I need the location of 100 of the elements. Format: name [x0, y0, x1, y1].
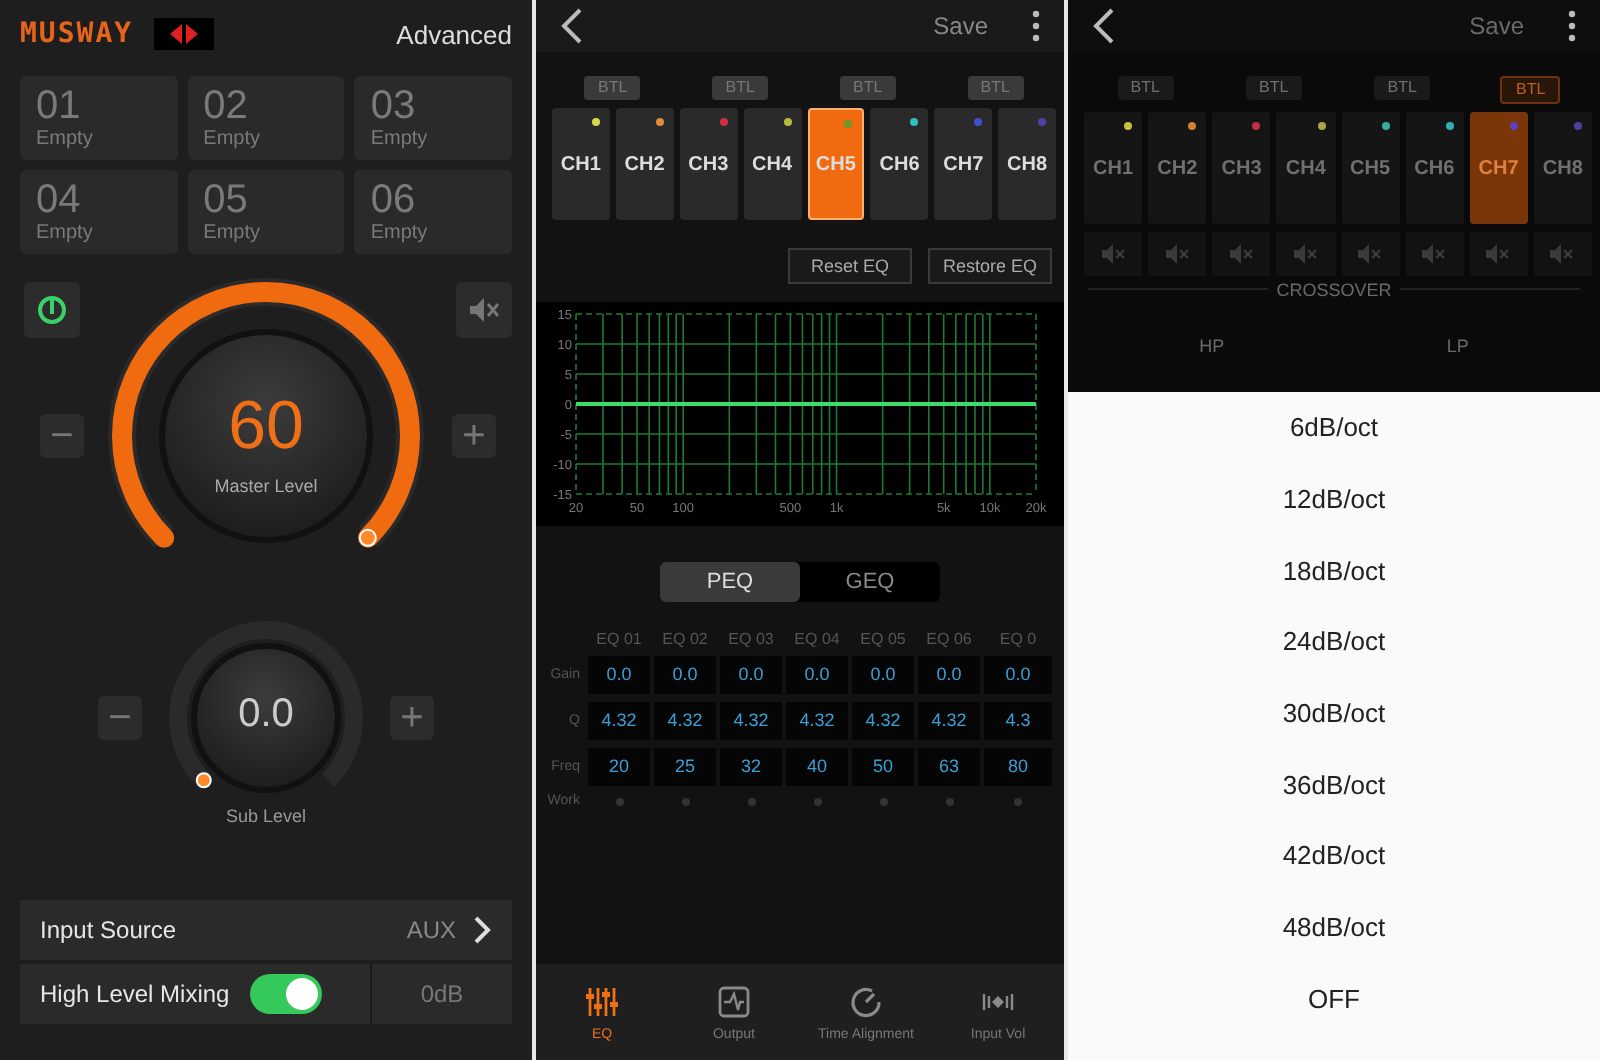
filter-label[interactable]: HP: [1199, 336, 1225, 356]
channel-button[interactable]: CH2: [1148, 112, 1207, 224]
channel-button[interactable]: CH1: [552, 108, 610, 220]
preset-label: Empty: [370, 222, 428, 244]
column-header: EQ 0: [997, 630, 1039, 648]
channel-button[interactable]: CH3: [679, 108, 738, 220]
value-cell[interactable]: 80: [984, 748, 1052, 786]
settings-row[interactable]: Input Source AUX: [20, 900, 512, 960]
column-header: EQ 05: [858, 630, 908, 648]
value-cell[interactable]: 4.32: [720, 702, 782, 740]
value-cell[interactable]: 0.0: [720, 656, 782, 694]
value-cell[interactable]: 0.0: [984, 656, 1052, 694]
value-cell[interactable]: 32: [720, 748, 782, 786]
channel-button[interactable]: CH7: [934, 108, 993, 220]
slope-option[interactable]: 42dB/oct: [1068, 820, 1600, 892]
brand-logo: MUSWAY: [20, 18, 134, 50]
channel-button[interactable]: CH4: [743, 108, 801, 220]
waveform-box-icon: [716, 983, 752, 1019]
advanced-link[interactable]: Advanced: [396, 19, 512, 49]
mute-button[interactable]: [456, 282, 512, 338]
more-icon[interactable]: [1032, 10, 1040, 42]
value-cell[interactable]: 4.32: [786, 702, 848, 740]
mode-tab[interactable]: PEQ: [660, 562, 800, 602]
save-button[interactable]: Save: [1469, 12, 1524, 40]
slope-option[interactable]: 6dB/oct: [1068, 392, 1600, 464]
mute-button[interactable]: [1276, 232, 1335, 276]
channel-button[interactable]: CH1: [1084, 112, 1143, 224]
channel-button[interactable]: CH8: [998, 108, 1056, 220]
value-cell[interactable]: 20: [588, 748, 650, 786]
preset-label: Empty: [203, 128, 260, 150]
eq-button[interactable]: Reset EQ: [788, 248, 912, 284]
value-cell[interactable]: 40: [786, 748, 848, 786]
column-header: EQ 01: [594, 630, 644, 648]
value-cell[interactable]: 0.0: [588, 656, 650, 694]
preset-label: Empty: [36, 128, 93, 150]
mode-tab[interactable]: GEQ: [800, 562, 940, 602]
mute-icon: [1291, 242, 1320, 266]
value-cell[interactable]: 0.0: [918, 656, 980, 694]
channel-button[interactable]: CH8: [1533, 112, 1592, 224]
mute-button[interactable]: [1533, 232, 1592, 276]
slope-option[interactable]: 30dB/oct: [1068, 677, 1600, 749]
chevron-right-icon: [472, 916, 492, 944]
value-cell[interactable]: 0.0: [786, 656, 848, 694]
value-cell[interactable]: 50: [852, 748, 914, 786]
slope-option[interactable]: 48dB/oct: [1068, 891, 1600, 963]
power-button[interactable]: [24, 282, 80, 338]
mute-button[interactable]: [1341, 232, 1400, 276]
toggle-switch[interactable]: [250, 974, 322, 1014]
value-cell[interactable]: 4.32: [852, 702, 914, 740]
preset-number: 05: [203, 178, 248, 222]
back-icon[interactable]: [1092, 8, 1116, 44]
btl-button[interactable]: BTL: [1500, 76, 1561, 104]
channel-button[interactable]: CH2: [615, 108, 674, 220]
value-cell[interactable]: 4.3: [984, 702, 1052, 740]
section-title: CROSSOVER: [1268, 280, 1400, 300]
value-cell[interactable]: 0.0: [654, 656, 716, 694]
channel-button[interactable]: CH4: [1276, 112, 1335, 224]
value-cell[interactable]: 25: [654, 748, 716, 786]
mute-button[interactable]: [1405, 232, 1464, 276]
channel-button[interactable]: CH5: [1341, 112, 1400, 224]
value-cell[interactable]: 4.32: [654, 702, 716, 740]
channel-button[interactable]: CH6: [1405, 112, 1464, 224]
slope-option[interactable]: 36dB/oct: [1068, 748, 1600, 821]
btl-button[interactable]: BTL: [1374, 76, 1431, 100]
slope-option[interactable]: OFF: [1068, 963, 1600, 1035]
preset-number: 04: [36, 178, 81, 222]
save-button[interactable]: Save: [933, 12, 988, 40]
value-cell[interactable]: 0.0: [852, 656, 914, 694]
knob-value: 0.0: [238, 692, 294, 736]
channel-button[interactable]: CH6: [870, 108, 929, 220]
mute-icon: [1420, 242, 1449, 266]
slope-option[interactable]: 24dB/oct: [1068, 606, 1600, 678]
mute-button[interactable]: [1212, 232, 1271, 276]
value-cell[interactable]: 4.32: [918, 702, 980, 740]
value-cell[interactable]: 63: [918, 748, 980, 786]
master-level-knob[interactable]: 60 Master Level: [100, 270, 432, 602]
more-icon[interactable]: [1568, 10, 1576, 42]
mute-icon: [1099, 242, 1128, 266]
knob-label: Master Level: [214, 476, 318, 496]
btl-button[interactable]: BTL: [1245, 76, 1302, 100]
channel-button[interactable]: CH3: [1212, 112, 1271, 224]
mute-button[interactable]: [1469, 232, 1528, 276]
btl-button[interactable]: BTL: [1117, 76, 1174, 100]
back-icon[interactable]: [560, 8, 584, 44]
mute-icon: [1163, 242, 1192, 266]
knob-label: Sub Level: [223, 806, 309, 826]
column-header: EQ 06: [924, 630, 974, 648]
mute-icon: [1484, 242, 1513, 266]
slope-option[interactable]: 18dB/oct: [1068, 534, 1600, 607]
eq-button[interactable]: Restore EQ: [928, 248, 1052, 284]
level-thumb: [195, 772, 212, 789]
slope-option[interactable]: 12dB/oct: [1068, 463, 1600, 535]
setting-value: AUX: [406, 916, 456, 944]
mute-button[interactable]: [1084, 232, 1143, 276]
preset-label: Empty: [36, 222, 93, 244]
sliders-icon: [584, 983, 620, 1019]
filter-label[interactable]: LP: [1446, 336, 1469, 356]
value-cell[interactable]: 4.32: [588, 702, 650, 740]
mute-icon: [1356, 242, 1385, 266]
mute-button[interactable]: [1148, 232, 1207, 276]
